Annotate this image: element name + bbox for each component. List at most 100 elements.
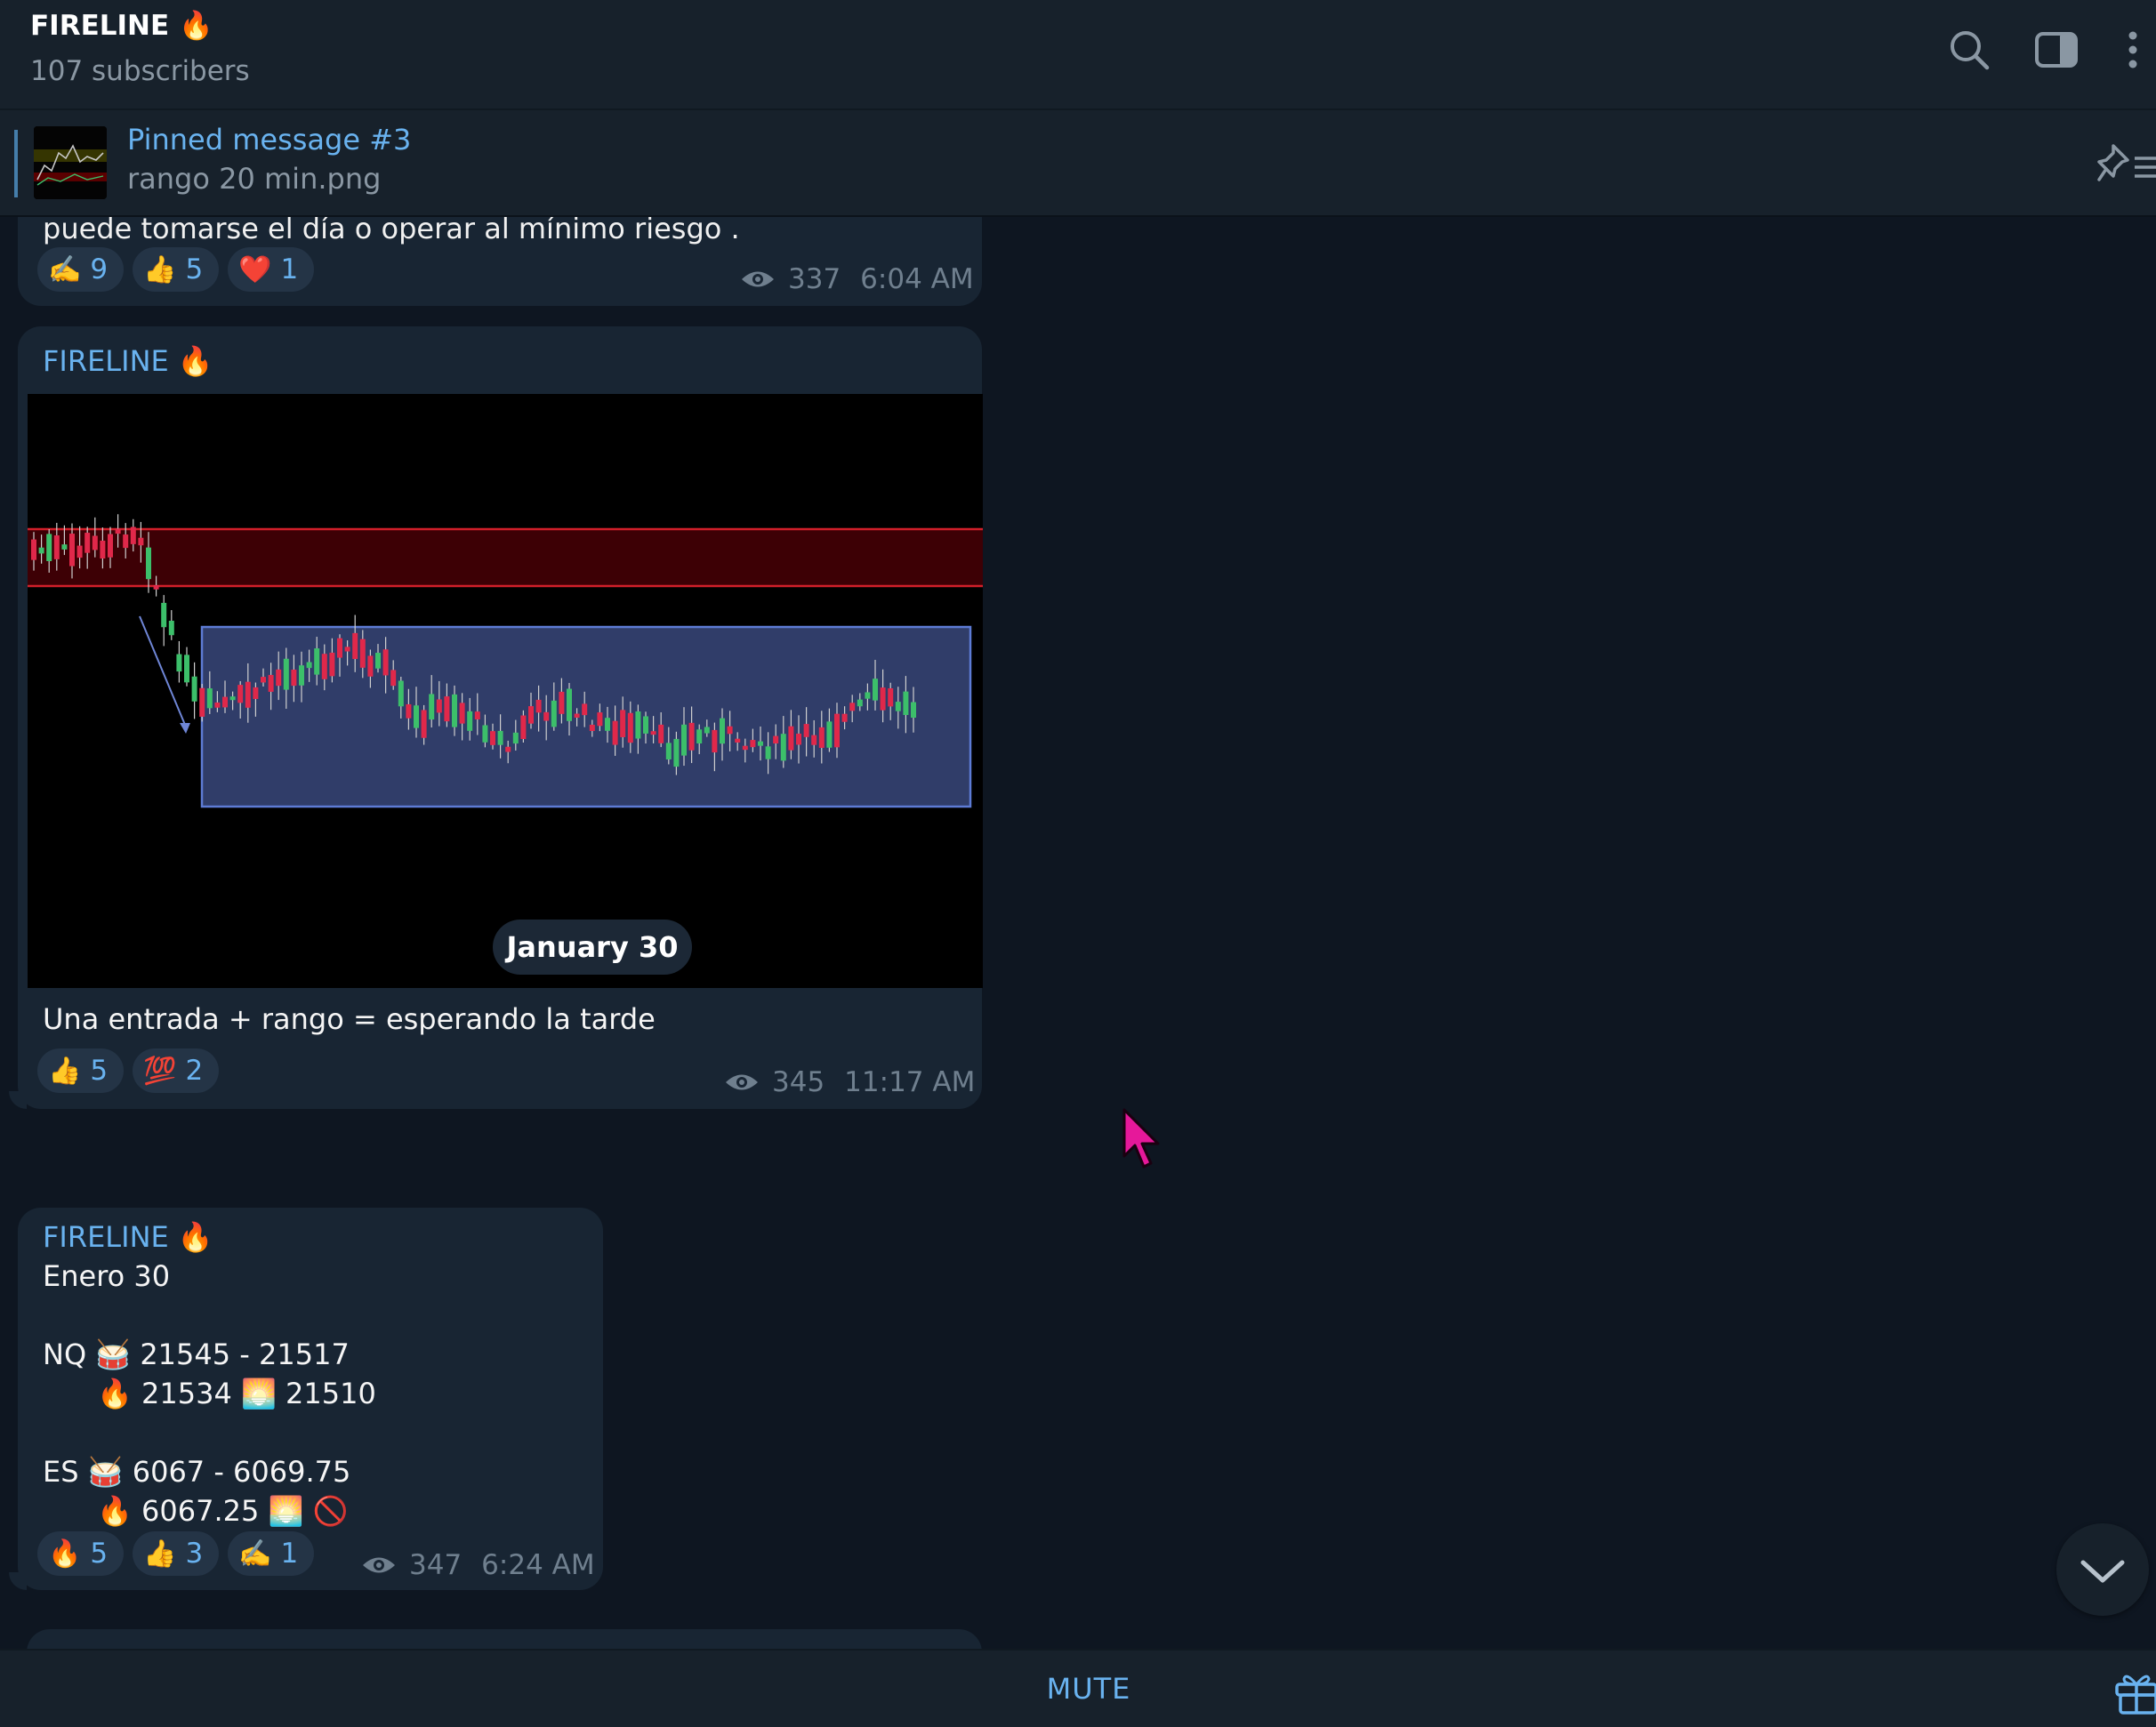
candle-body xyxy=(291,669,297,687)
message-bubble[interactable]: FIRELINE 🔥 Una entrada + rango = esperan… xyxy=(18,326,983,1109)
message-bubble[interactable]: FIRELINE 🔥 Enero 30 NQ 🥁 21545 - 21517 🔥… xyxy=(18,1208,603,1590)
eye-icon xyxy=(742,271,774,287)
sender-name[interactable]: FIRELINE 🔥 xyxy=(43,344,213,378)
bubble-tail xyxy=(9,1091,27,1109)
mute-button[interactable]: MUTE xyxy=(0,1651,2156,1727)
chevron-down-icon xyxy=(2080,1560,2125,1583)
reaction-emoji: 👍 xyxy=(143,253,177,285)
reaction-chip[interactable]: ✍️ 9 xyxy=(37,247,125,292)
scroll-to-bottom-button[interactable] xyxy=(2056,1523,2149,1616)
reaction-chip[interactable]: 👍 5 xyxy=(133,247,220,292)
reaction-emoji: 👍 xyxy=(143,1538,177,1570)
message-list[interactable]: puede tomarse el día o operar al mínimo … xyxy=(0,217,2156,1649)
candle-body xyxy=(681,724,687,756)
candle-body xyxy=(826,721,833,748)
candle-body xyxy=(329,652,335,677)
channel-title[interactable]: FIRELINE 🔥 xyxy=(30,9,213,42)
message-bubble[interactable]: puede tomarse el día o operar al mínimo … xyxy=(18,217,982,306)
candle-body xyxy=(635,711,641,739)
pinned-thumbnail xyxy=(34,126,107,199)
candle-body xyxy=(688,722,695,751)
candle-body xyxy=(712,729,718,753)
reactions-row: ✍️ 9 👍 5 ❤️ 1 xyxy=(37,247,315,292)
candle-body xyxy=(176,654,182,672)
candle-body xyxy=(382,649,389,676)
candle-body xyxy=(888,687,894,707)
candle-body xyxy=(268,674,274,692)
message-time: 6:04 AM xyxy=(860,263,974,295)
candle-body xyxy=(865,692,871,699)
candle-body xyxy=(337,638,342,658)
candle-body xyxy=(612,720,618,745)
candle-body xyxy=(582,703,588,716)
candle-body xyxy=(146,547,151,580)
search-icon[interactable] xyxy=(1944,25,1994,75)
candle-body xyxy=(436,699,442,713)
view-count: 345 xyxy=(772,1066,825,1098)
sender-name[interactable]: FIRELINE 🔥 xyxy=(43,1220,213,1254)
candle-body xyxy=(199,687,205,717)
chart-image[interactable] xyxy=(28,394,983,988)
candle-body xyxy=(69,534,75,566)
candle-body xyxy=(375,653,381,669)
reaction-chip[interactable]: 💯 2 xyxy=(133,1048,220,1093)
candle-body xyxy=(367,655,374,677)
candle-body xyxy=(796,733,801,745)
reaction-chip[interactable]: 👍 5 xyxy=(37,1048,125,1093)
pinned-title[interactable]: Pinned message #3 xyxy=(127,123,411,157)
candle-body xyxy=(720,718,725,744)
reaction-count: 3 xyxy=(185,1538,204,1570)
reactions-row: 🔥 5 👍 3 ✍️ 1 xyxy=(37,1531,315,1576)
reaction-count: 5 xyxy=(90,1055,109,1087)
message-bubble[interactable] xyxy=(27,1629,982,1649)
candle-body xyxy=(505,746,511,752)
candle-body xyxy=(788,726,794,751)
more-vertical-icon[interactable] xyxy=(2110,25,2145,75)
pin-list-icon[interactable] xyxy=(2096,141,2156,187)
candle-body xyxy=(658,724,664,743)
candle-body xyxy=(108,534,113,558)
candle-body xyxy=(130,526,136,544)
candle-body xyxy=(276,669,282,687)
gift-icon[interactable] xyxy=(2113,1668,2156,1715)
candle-body xyxy=(765,746,771,759)
candle-body xyxy=(245,681,251,708)
candle-body xyxy=(138,537,144,546)
candle-body xyxy=(76,545,83,558)
message-line: Enero 30 xyxy=(43,1259,171,1293)
candle-body xyxy=(459,703,465,724)
candle-body xyxy=(452,694,457,727)
reaction-chip[interactable]: 👍 3 xyxy=(133,1531,220,1576)
reaction-emoji: ✍️ xyxy=(238,1538,272,1570)
reaction-emoji: ✍️ xyxy=(48,253,82,285)
candle-body xyxy=(306,662,312,669)
candle-body xyxy=(803,724,809,737)
candle-body xyxy=(429,694,435,720)
reaction-count: 9 xyxy=(90,253,109,285)
reaction-count: 2 xyxy=(185,1055,204,1087)
candle-body xyxy=(818,727,825,748)
candle-body xyxy=(390,670,397,687)
reaction-chip[interactable]: ❤️ 1 xyxy=(228,247,315,292)
candle-body xyxy=(704,727,710,734)
reaction-emoji: 💯 xyxy=(143,1055,177,1087)
reaction-chip[interactable]: ✍️ 1 xyxy=(228,1531,315,1576)
candle-body xyxy=(605,718,610,731)
candle-body xyxy=(299,665,304,686)
reaction-emoji: ❤️ xyxy=(238,253,272,285)
chat-header[interactable]: FIRELINE 🔥 107 subscribers xyxy=(0,0,2156,110)
candle-body xyxy=(283,658,289,690)
candle-body xyxy=(673,738,680,767)
candle-body xyxy=(314,648,320,675)
reaction-chip[interactable]: 🔥 5 xyxy=(37,1531,125,1576)
candle-body xyxy=(758,741,763,746)
message-meta: 337 6:04 AM xyxy=(740,263,974,295)
candle-body xyxy=(123,534,129,549)
candle-body xyxy=(497,730,503,745)
pinned-subtitle: rango 20 min.png xyxy=(127,162,382,196)
candle-body xyxy=(750,740,756,748)
candle-body xyxy=(574,713,580,718)
pinned-message-bar[interactable]: Pinned message #3 rango 20 min.png xyxy=(0,110,2156,217)
sidebar-toggle-icon[interactable] xyxy=(2031,25,2081,75)
candle-body xyxy=(184,655,189,683)
